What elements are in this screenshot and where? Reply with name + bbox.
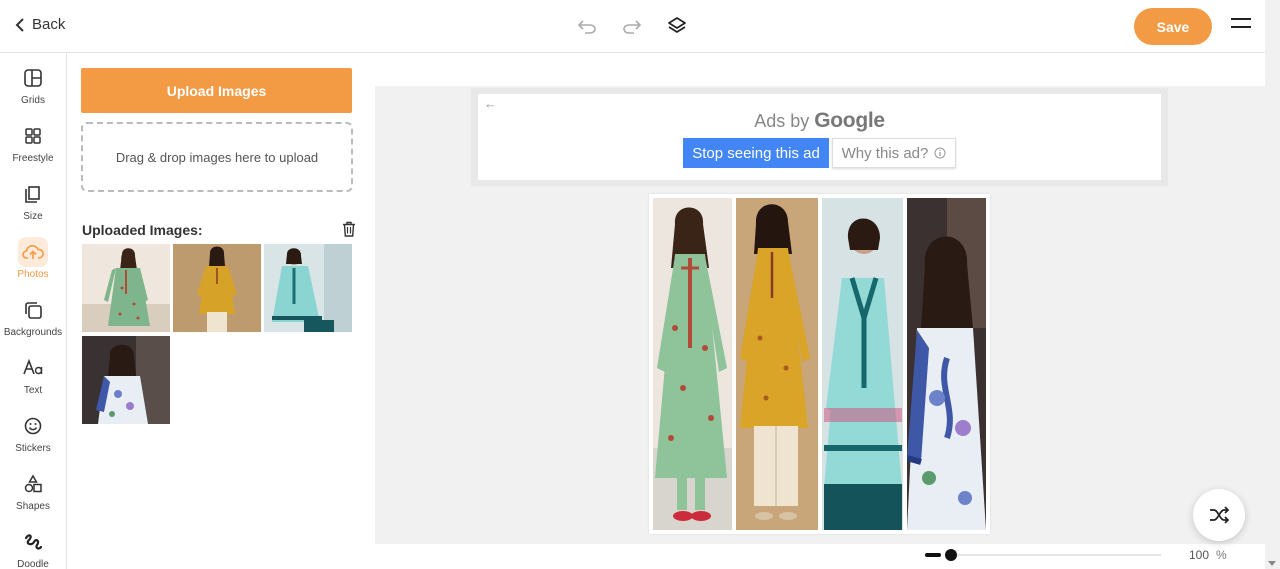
zoom-control: 100 % [925, 547, 1235, 563]
grid-icon [18, 63, 48, 93]
zoom-out-button[interactable] [925, 553, 941, 557]
rail-item-doodle[interactable]: Doodle [0, 527, 66, 569]
back-label: Back [32, 16, 66, 33]
rail-item-grids[interactable]: Grids [0, 63, 66, 121]
shuffle-button[interactable] [1193, 489, 1245, 541]
layers-icon [668, 17, 686, 33]
ad-content: ← Ads by Google Stop seeing this ad Why … [478, 94, 1161, 180]
collage-cell[interactable] [907, 198, 986, 530]
undo-icon [577, 20, 596, 34]
freestyle-icon [18, 121, 48, 151]
rail-label: Stickers [15, 443, 51, 454]
zoom-unit: % [1216, 548, 1227, 562]
collage-cell[interactable] [822, 198, 903, 530]
top-bar: Back Save [0, 0, 1265, 53]
text-icon [18, 353, 48, 383]
why-this-ad-button[interactable]: Why this ad? [832, 138, 956, 168]
menu-button[interactable] [1231, 18, 1251, 34]
rail-item-stickers[interactable]: Stickers [0, 411, 66, 469]
photo-green-dress [82, 244, 170, 332]
uploaded-thumbnail[interactable] [82, 336, 170, 424]
rail-item-size[interactable]: Size [0, 179, 66, 237]
trash-icon [343, 221, 355, 237]
tool-rail: Grids Freestyle Size Photos Backgrounds [0, 53, 67, 569]
drop-zone-text: Drag & drop images here to upload [115, 149, 319, 165]
canvas-area: ← Ads by Google Stop seeing this ad Why … [375, 86, 1265, 544]
collage-cell[interactable] [736, 198, 818, 530]
undo-button[interactable] [576, 15, 598, 37]
info-icon [934, 147, 946, 159]
history-controls [576, 15, 688, 37]
back-button[interactable]: Back [14, 16, 65, 33]
uploaded-thumbnail[interactable] [82, 244, 170, 332]
backgrounds-icon [18, 295, 48, 325]
layers-button[interactable] [666, 15, 688, 37]
rail-item-backgrounds[interactable]: Backgrounds [0, 295, 66, 353]
shuffle-icon [1210, 506, 1230, 524]
rail-item-text[interactable]: Text [0, 353, 66, 411]
rail-label: Size [23, 211, 43, 222]
rail-label: Shapes [16, 501, 50, 512]
zoom-slider-handle[interactable] [945, 549, 957, 561]
rail-label: Photos [17, 269, 49, 280]
redo-icon [623, 20, 642, 34]
page-scrollbar[interactable] [1265, 0, 1280, 569]
cloud-upload-icon [18, 237, 48, 267]
rail-label: Text [23, 385, 43, 396]
photo-turquoise-dress [822, 198, 903, 530]
rail-item-photos[interactable]: Photos [0, 237, 66, 295]
ad-banner: ← Ads by Google Stop seeing this ad Why … [471, 88, 1168, 186]
photos-panel: Upload Images Drag & drop images here to… [67, 53, 375, 569]
upload-images-button[interactable]: Upload Images [81, 68, 352, 113]
delete-all-button[interactable] [342, 221, 356, 237]
uploaded-thumbnail[interactable] [173, 244, 261, 332]
scroll-down-arrow-icon[interactable] [1268, 561, 1276, 566]
uploaded-thumbnail[interactable] [264, 244, 352, 332]
collage-cell[interactable] [653, 198, 732, 530]
shapes-icon [18, 469, 48, 499]
zoom-value: 100 [1189, 548, 1210, 562]
rail-label: Backgrounds [3, 327, 63, 338]
photo-mustard-dress [736, 198, 818, 530]
smiley-icon [18, 411, 48, 441]
photo-turquoise-dress [264, 244, 352, 332]
menu-icon [1231, 18, 1251, 20]
google-logo: Google [814, 109, 885, 132]
save-button[interactable]: Save [1134, 8, 1212, 45]
uploaded-images-title: Uploaded Images: [82, 222, 203, 238]
size-icon [18, 179, 48, 209]
collage-canvas[interactable] [649, 194, 990, 534]
drop-zone[interactable]: Drag & drop images here to upload [81, 122, 353, 192]
collage-editor: Back Save Grids Freestyle Size Photos Ba… [0, 0, 1280, 569]
doodle-icon [18, 527, 48, 557]
redo-button[interactable] [621, 15, 643, 37]
photo-green-dress [653, 198, 732, 530]
rail-label: Doodle [17, 559, 49, 569]
photo-blue-print-dress [907, 198, 986, 530]
stop-seeing-ad-button[interactable]: Stop seeing this ad [683, 138, 829, 168]
ads-by-google: Ads by Google [754, 109, 885, 132]
zoom-slider-track[interactable] [947, 554, 1161, 556]
photo-mustard-dress [173, 244, 261, 332]
chevron-left-icon [15, 17, 24, 32]
rail-item-freestyle[interactable]: Freestyle [0, 121, 66, 179]
photo-blue-print-dress [82, 336, 170, 424]
rail-label: Grids [21, 95, 45, 106]
rail-item-shapes[interactable]: Shapes [0, 469, 66, 527]
rail-label: Freestyle [12, 153, 54, 164]
